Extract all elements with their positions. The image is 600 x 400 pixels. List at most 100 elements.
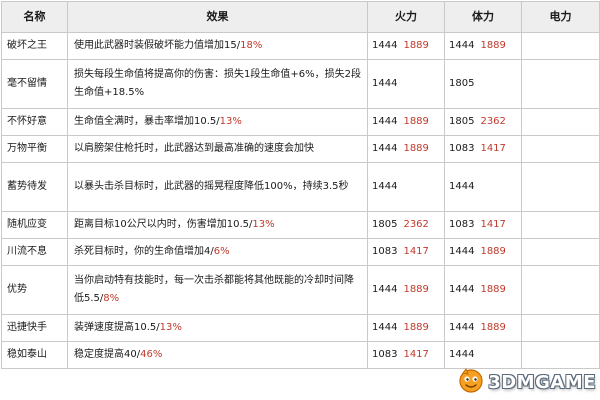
- firepower-cell: 1083 1417: [367, 341, 445, 369]
- talent-name: 破坏之王: [1, 32, 68, 60]
- weapon-talent-table: 名称 效果 火力 体力 电力 破坏之王 使用此武器时装假破坏能力值增加15/18…: [1, 1, 600, 369]
- talent-name: 迅捷快手: [1, 314, 68, 342]
- effect-highlight-value: 46%: [140, 349, 163, 360]
- effect-highlight-value: 13%: [159, 322, 182, 333]
- firepower-max: 1889: [403, 40, 429, 51]
- firepower-base: 1444: [372, 322, 398, 333]
- effect-text: 稳定度提高40/: [74, 349, 141, 360]
- talent-name: 蓄势待发: [1, 162, 68, 212]
- firepower-max: 1889: [403, 322, 429, 333]
- table-row: 随机应变 距离目标10公尺以内时，伤害增加10.5/13% 1805 2362 1…: [1, 211, 600, 239]
- talent-effect: 以肩膀架住枪托时，此武器达到最高准确的速度会加快: [67, 135, 368, 163]
- power-cell: [521, 135, 600, 163]
- talent-effect: 杀死目标时，你的生命值增加4/6%: [67, 238, 368, 266]
- effect-highlight-value: 18%: [240, 40, 263, 51]
- firepower-base: 1444: [372, 40, 398, 51]
- table-row: 万物平衡 以肩膀架住枪托时，此武器达到最高准确的速度会加快 1444 1889 1…: [1, 135, 600, 163]
- table-row: 毫不留情 损失每段生命值将提高你的伤害：损失1段生命值+6%，损失2段生命值+1…: [1, 59, 600, 109]
- firepower-max: 2362: [403, 219, 429, 230]
- firepower-cell: 1444 1889: [367, 32, 445, 60]
- power-cell: [521, 32, 600, 60]
- effect-text: 生命值全满时，暴击率增加10.5/: [74, 116, 220, 127]
- firepower-cell: 1444 1889: [367, 135, 445, 163]
- talent-effect: 距离目标10公尺以内时，伤害增加10.5/13%: [67, 211, 368, 239]
- firepower-base: 1805: [372, 219, 398, 230]
- stamina-cell: 1444 1889: [444, 314, 522, 342]
- 3dm-mascot-icon: [457, 366, 485, 398]
- stamina-cell: 1444: [444, 162, 522, 212]
- firepower-base: 1444: [372, 181, 398, 192]
- stamina-max: 1889: [480, 246, 506, 257]
- header-firepower: 火力: [367, 1, 445, 33]
- effect-highlight-value: 13%: [219, 116, 242, 127]
- stamina-cell: 1444 1889: [444, 265, 522, 315]
- table-row: 稳如泰山 稳定度提高40/46% 1083 1417 1444: [1, 341, 600, 369]
- stamina-cell: 1444: [444, 341, 522, 369]
- stamina-base: 1444: [449, 246, 475, 257]
- site-watermark: 3DMGAME: [457, 366, 596, 398]
- header-stamina: 体力: [444, 1, 522, 33]
- stamina-cell: 1444 1889: [444, 32, 522, 60]
- talent-name: 稳如泰山: [1, 341, 68, 369]
- talent-effect: 稳定度提高40/46%: [67, 341, 368, 369]
- firepower-cell: 1444 1889: [367, 314, 445, 342]
- firepower-base: 1083: [372, 349, 398, 360]
- power-cell: [521, 265, 600, 315]
- firepower-max: 1889: [403, 116, 429, 127]
- stamina-cell: 1083 1417: [444, 211, 522, 239]
- effect-text: 以暴头击杀目标时，此武器的摇晃程度降低100%，持续3.5秒: [74, 181, 349, 192]
- talent-effect: 装弹速度提高10.5/13%: [67, 314, 368, 342]
- effect-text: 使用此武器时装假破坏能力值增加15/: [74, 40, 241, 51]
- talent-effect: 使用此武器时装假破坏能力值增加15/18%: [67, 32, 368, 60]
- effect-highlight-value: 6%: [213, 246, 230, 257]
- stamina-cell: 1083 1417: [444, 135, 522, 163]
- table-row: 破坏之王 使用此武器时装假破坏能力值增加15/18% 1444 1889 1444…: [1, 32, 600, 60]
- firepower-cell: 1444 1889: [367, 265, 445, 315]
- firepower-base: 1444: [372, 284, 398, 295]
- talent-effect: 当你启动特有技能时，每一次击杀都能将其他既能的冷却时间降低5.5/8%: [67, 265, 368, 315]
- stamina-base: 1444: [449, 349, 475, 360]
- talent-name: 毫不留情: [1, 59, 68, 109]
- table-header-row: 名称 效果 火力 体力 电力: [1, 1, 600, 33]
- stamina-cell: 1805 2362: [444, 108, 522, 136]
- stamina-max: 1417: [480, 219, 506, 230]
- talent-name: 万物平衡: [1, 135, 68, 163]
- firepower-base: 1444: [372, 78, 398, 89]
- stamina-max: 1417: [480, 143, 506, 154]
- firepower-max: 1889: [403, 284, 429, 295]
- power-cell: [521, 162, 600, 212]
- effect-text: 以肩膀架住枪托时，此武器达到最高准确的速度会加快: [74, 143, 314, 154]
- firepower-cell: 1444 1889: [367, 108, 445, 136]
- effect-highlight-value: 13%: [252, 219, 275, 230]
- effect-text: 损失每段生命值将提高你的伤害：损失1段生命值+6%，损失2段生命值+18.5%: [74, 69, 361, 98]
- stamina-max: 1889: [480, 284, 506, 295]
- table-row: 蓄势待发 以暴头击杀目标时，此武器的摇晃程度降低100%，持续3.5秒 1444…: [1, 162, 600, 212]
- power-cell: [521, 211, 600, 239]
- firepower-base: 1444: [372, 116, 398, 127]
- effect-highlight-value: 8%: [103, 293, 120, 304]
- stamina-base: 1805: [449, 116, 475, 127]
- power-cell: [521, 341, 600, 369]
- talent-name: 川流不息: [1, 238, 68, 266]
- power-cell: [521, 59, 600, 109]
- power-cell: [521, 108, 600, 136]
- table-row: 川流不息 杀死目标时，你的生命值增加4/6% 1083 1417 1444 1889: [1, 238, 600, 266]
- stamina-base: 1444: [449, 181, 475, 192]
- firepower-max: 1417: [403, 349, 429, 360]
- power-cell: [521, 314, 600, 342]
- firepower-cell: 1444: [367, 59, 445, 109]
- stamina-max: 1889: [480, 40, 506, 51]
- stamina-base: 1444: [449, 322, 475, 333]
- firepower-cell: 1083 1417: [367, 238, 445, 266]
- table-row: 迅捷快手 装弹速度提高10.5/13% 1444 1889 1444 1889: [1, 314, 600, 342]
- firepower-base: 1444: [372, 143, 398, 154]
- header-power: 电力: [521, 1, 600, 33]
- stamina-base: 1444: [449, 40, 475, 51]
- talent-effect: 损失每段生命值将提高你的伤害：损失1段生命值+6%，损失2段生命值+18.5%: [67, 59, 368, 109]
- header-effect: 效果: [67, 1, 368, 33]
- talent-name: 随机应变: [1, 211, 68, 239]
- talent-name: 不怀好意: [1, 108, 68, 136]
- firepower-cell: 1444: [367, 162, 445, 212]
- stamina-cell: 1805: [444, 59, 522, 109]
- stamina-base: 1083: [449, 219, 475, 230]
